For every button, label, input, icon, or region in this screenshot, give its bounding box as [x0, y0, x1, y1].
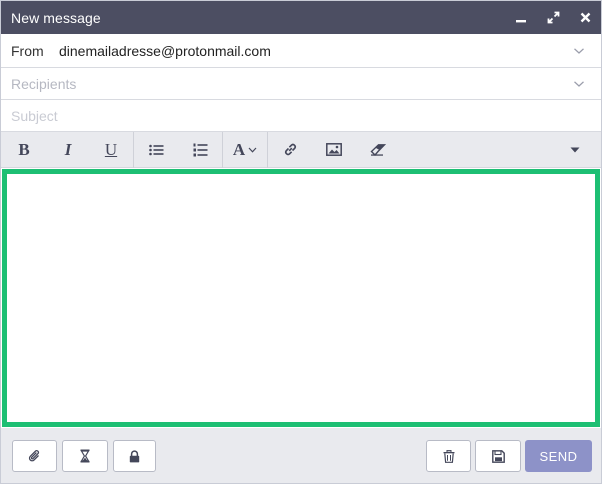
hourglass-icon — [80, 449, 90, 463]
recipients-field[interactable]: Recipients — [1, 68, 601, 100]
link-icon — [284, 143, 296, 156]
chevron-down-icon[interactable] — [573, 47, 585, 55]
eraser-icon — [370, 143, 386, 156]
italic-icon: I — [64, 139, 72, 159]
bold-icon: B — [18, 139, 30, 159]
expiration-button[interactable] — [62, 440, 108, 472]
recipients-input[interactable]: Recipients — [1, 76, 76, 92]
expand-icon — [547, 11, 559, 24]
titlebar: New message — [1, 1, 601, 34]
window-title: New message — [11, 9, 101, 26]
close-icon — [580, 12, 590, 23]
composer-window: New message From dinemailadresse@protonm… — [0, 0, 602, 484]
lock-icon — [129, 449, 140, 462]
clear-formatting-button[interactable] — [356, 132, 400, 168]
from-field[interactable]: From dinemailadresse@protonmail.com — [1, 34, 601, 68]
font-size-button[interactable]: A — [223, 132, 267, 168]
attach-button[interactable] — [12, 440, 57, 472]
composer-footer: SEND — [1, 428, 601, 483]
underline-button[interactable]: U — [89, 132, 133, 168]
numbered-list-button[interactable] — [178, 132, 222, 168]
more-icon — [570, 147, 580, 152]
underline-icon: U — [104, 139, 118, 159]
from-address: dinemailadresse@protonmail.com — [59, 42, 271, 59]
image-button[interactable] — [312, 132, 356, 168]
image-icon — [326, 143, 342, 156]
numbered-list-icon — [193, 143, 207, 156]
message-editor[interactable] — [2, 169, 600, 427]
window-controls — [505, 1, 601, 34]
paperclip-icon — [28, 450, 39, 462]
bullet-list-button[interactable] — [134, 132, 178, 168]
bullet-list-icon — [148, 144, 163, 155]
minimize-icon — [516, 19, 526, 22]
from-label: From — [11, 42, 44, 59]
minimize-button[interactable] — [505, 1, 537, 34]
font-size-icon: A — [232, 139, 246, 159]
subject-field[interactable]: Subject — [1, 100, 601, 132]
save-draft-button[interactable] — [475, 440, 521, 472]
close-button[interactable] — [569, 1, 601, 34]
link-button[interactable] — [268, 132, 312, 168]
encryption-button[interactable] — [113, 440, 156, 472]
trash-icon — [443, 449, 454, 463]
chevron-down-icon — [248, 147, 257, 153]
expand-button[interactable] — [537, 1, 569, 34]
send-button[interactable]: SEND — [525, 440, 592, 472]
more-options-button[interactable] — [563, 132, 587, 168]
subject-input[interactable]: Subject — [1, 108, 58, 124]
formatting-toolbar: B I U A — [1, 131, 601, 168]
bold-button[interactable]: B — [1, 132, 47, 168]
chevron-down-icon[interactable] — [573, 80, 585, 88]
delete-draft-button[interactable] — [426, 440, 471, 472]
italic-button[interactable]: I — [47, 132, 89, 168]
save-icon — [491, 449, 505, 463]
